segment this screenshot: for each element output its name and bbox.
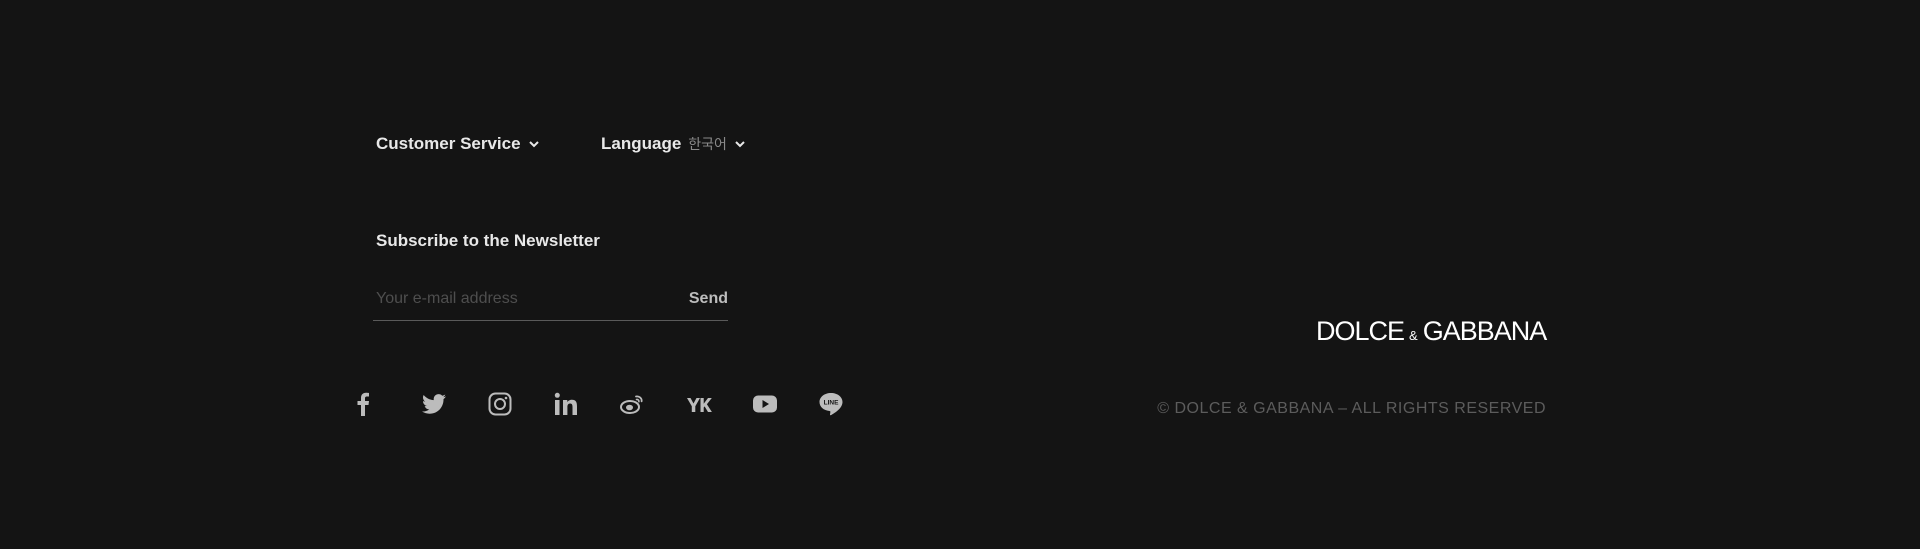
youku-icon[interactable] [686, 388, 752, 420]
line-icon[interactable]: LINE [818, 388, 884, 420]
instagram-icon[interactable] [488, 388, 554, 420]
twitter-icon[interactable] [422, 388, 488, 420]
language-dropdown[interactable]: Language 한국어 [601, 134, 747, 154]
newsletter-form: Send [373, 278, 728, 321]
weibo-icon[interactable] [620, 388, 686, 420]
social-links: LINE [356, 388, 884, 420]
facebook-icon[interactable] [356, 388, 422, 420]
youtube-icon[interactable] [752, 388, 818, 420]
email-input[interactable] [373, 284, 689, 314]
customer-service-label: Customer Service [376, 134, 521, 153]
copyright-text: © DOLCE & GABBANA – ALL RIGHTS RESERVED [1157, 400, 1546, 417]
language-label: Language [601, 134, 682, 153]
newsletter-title: Subscribe to the Newsletter [376, 231, 600, 250]
brand-logo: DOLCE & GABBANA [1316, 316, 1548, 346]
svg-text:LINE: LINE [824, 399, 839, 406]
chevron-down-icon [735, 141, 745, 148]
send-button[interactable]: Send [689, 290, 728, 308]
brand-logo-amp: & [1409, 328, 1418, 343]
language-value: 한국어 [688, 136, 727, 152]
customer-service-dropdown[interactable]: Customer Service [376, 134, 541, 154]
brand-logo-right: GABBANA [1422, 316, 1548, 346]
brand-logo-left: DOLCE [1316, 316, 1405, 346]
linkedin-icon[interactable] [554, 388, 620, 420]
chevron-down-icon [528, 141, 539, 148]
